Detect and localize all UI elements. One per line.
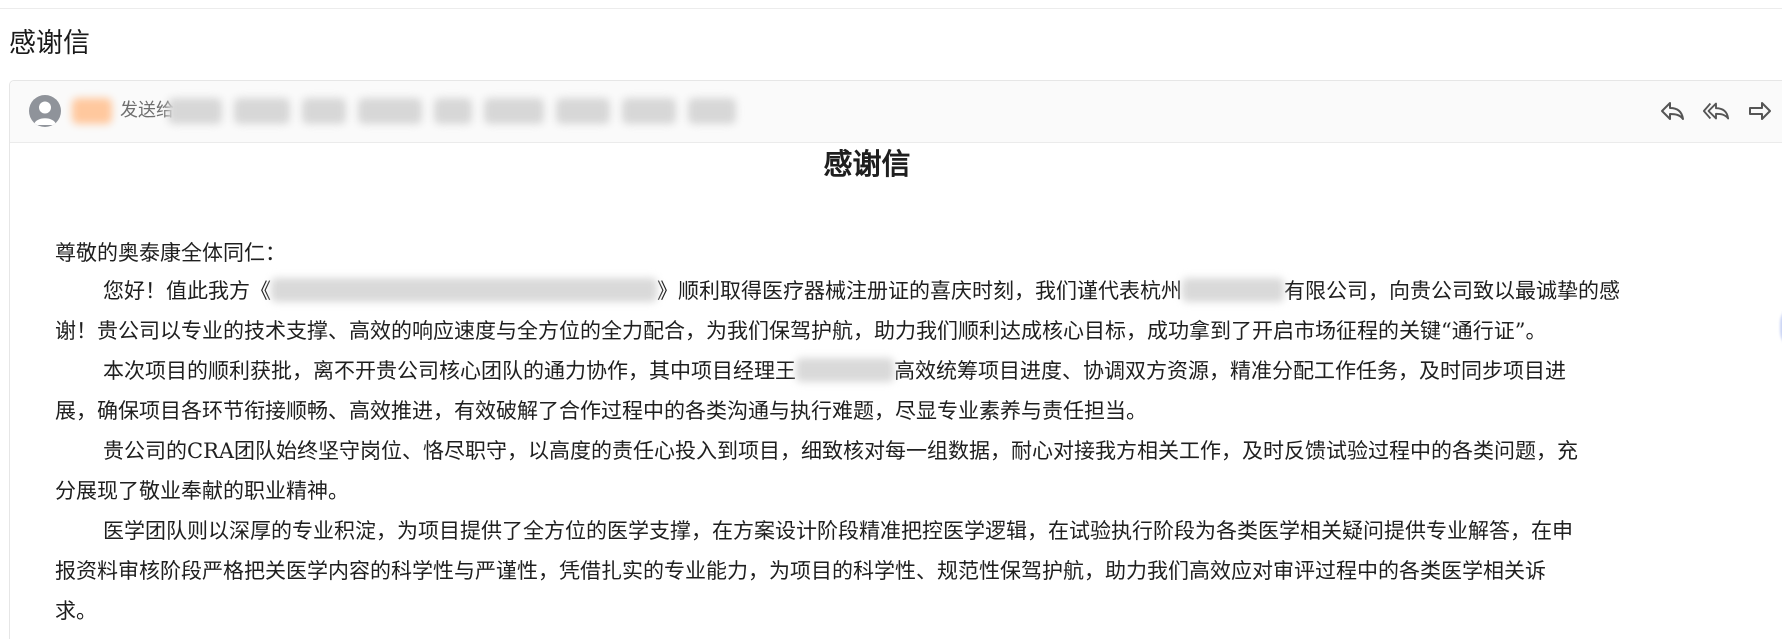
redacted-company-name [1182, 278, 1284, 302]
salutation: 尊敬的奥泰康全体同仁： [55, 241, 286, 265]
text-segment: 》顺利取得医疗器械注册证的喜庆时刻，我们谨代表杭州 [657, 279, 1182, 303]
forward-icon[interactable] [1746, 97, 1774, 125]
text-line: 报资料审核阶段严格把关医学内容的科学性与严谨性，凭借扎实的专业能力，为项目的科学… [55, 559, 1546, 583]
recipient-chip[interactable] [234, 98, 290, 124]
recipient-chip[interactable] [358, 98, 422, 124]
text-line: 展，确保项目各环节衔接顺畅、高效推进，有效破解了合作过程中的各类沟通与执行难题，… [55, 399, 1147, 423]
text-line: 贵公司的CRA团队始终坚守岗位、恪尽职守，以高度的责任心投入到项目，细致核对每一… [55, 431, 1782, 471]
recipient-chip[interactable] [622, 98, 676, 124]
text-line: 谢！贵公司以专业的技术支撑、高效的响应速度与全方位的全力配合，为我们保驾护航，助… [55, 319, 1547, 343]
paragraph-4: 医学团队则以深厚的专业积淀，为项目提供了全方位的医学支撑，在方案设计阶段精准把控… [55, 511, 1782, 631]
redacted-product-name [271, 278, 657, 302]
sender-name-redacted[interactable] [72, 98, 112, 124]
text-segment: 本次项目的顺利获批，离不开贵公司核心团队的通力协作，其中项目经理王 [103, 359, 796, 383]
text-segment: 有限公司，向贵公司致以最诚挚的感 [1284, 279, 1620, 303]
paragraph-1: 您好！值此我方《 》顺利取得医疗器械注册证的喜庆时刻，我们谨代表杭州 有限公司，向贵… [55, 271, 1782, 351]
reply-icon[interactable] [1658, 97, 1686, 125]
text-segment: 高效统筹项目进度、协调双方资源，精准分配工作任务，及时同步项目进 [894, 359, 1566, 383]
text-segment: 您好！值此我方《 [103, 279, 271, 303]
recipient-list [168, 98, 736, 124]
mail-card: 发送给 感谢信 尊敬的奥泰康全体同仁： 您好！值此我方《 》顺利取得医疗器械注册… [9, 80, 1782, 639]
page-title: 感谢信 [9, 28, 90, 59]
recipient-chip[interactable] [484, 98, 544, 124]
redacted-person-name [796, 358, 894, 382]
text-line: 本次项目的顺利获批，离不开贵公司核心团队的通力协作，其中项目经理王 高效统筹项目进… [55, 351, 1782, 391]
recipient-chip[interactable] [302, 98, 346, 124]
paragraph-2: 本次项目的顺利获批，离不开贵公司核心团队的通力协作，其中项目经理王 高效统筹项目进… [55, 351, 1782, 431]
text-line: 求。 [55, 599, 97, 623]
avatar-icon[interactable] [29, 95, 61, 127]
paragraph-3: 贵公司的CRA团队始终坚守岗位、恪尽职守，以高度的责任心投入到项目，细致核对每一… [55, 431, 1782, 511]
recipient-chip[interactable] [168, 98, 222, 124]
recipient-chip[interactable] [434, 98, 472, 124]
mail-actions [1658, 97, 1782, 125]
text-segment: 贵公司的CRA团队始终坚守岗位、恪尽职守，以高度的责任心投入到项目，细致核对每一… [103, 439, 1579, 463]
letter-title: 感谢信 [823, 147, 911, 181]
reply-all-icon[interactable] [1702, 97, 1730, 125]
recipient-chip[interactable] [556, 98, 610, 124]
mail-header: 发送给 [10, 81, 1782, 143]
recipient-chip[interactable] [688, 98, 736, 124]
text-line: 您好！值此我方《 》顺利取得医疗器械注册证的喜庆时刻，我们谨代表杭州 有限公司，向贵… [55, 271, 1782, 311]
text-segment: 医学团队则以深厚的专业积淀，为项目提供了全方位的医学支撑，在方案设计阶段精准把控… [103, 519, 1573, 543]
send-to-label: 发送给 [120, 100, 174, 121]
top-divider [0, 8, 1782, 9]
text-line: 分展现了敬业奉献的职业精神。 [55, 479, 349, 503]
text-line: 医学团队则以深厚的专业积淀，为项目提供了全方位的医学支撑，在方案设计阶段精准把控… [55, 511, 1782, 551]
